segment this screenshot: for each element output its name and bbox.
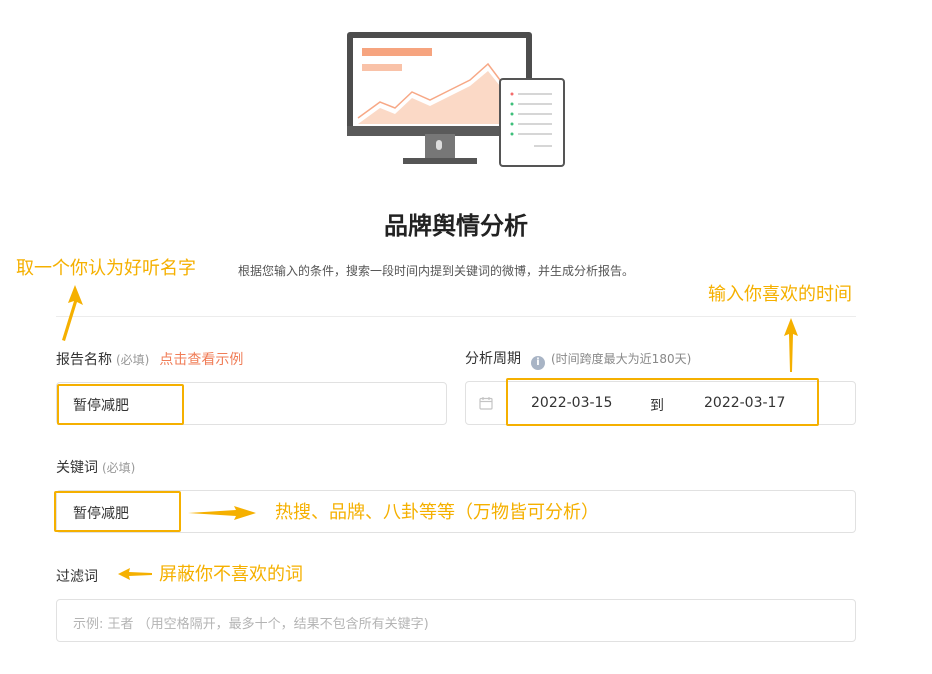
view-example-link[interactable]: 点击查看示例 — [159, 352, 243, 368]
period-label-text: 分析周期 — [465, 351, 521, 367]
keyword-label: 关键词 (必填) — [56, 457, 135, 477]
report-name-label: 报告名称 (必填) 点击查看示例 — [56, 349, 243, 369]
page-title: 品牌舆情分析 — [384, 212, 528, 240]
filter-annotation-arrow — [118, 568, 152, 580]
report-illustration — [347, 32, 565, 167]
period-hint: (时间跨度最大为近180天) — [551, 352, 692, 366]
filter-placeholder: 示例: 王者 （用空格隔开，最多十个，结果不包含所有关键字) — [73, 617, 429, 632]
calendar-icon — [479, 397, 493, 410]
page-subtitle: 根据您输入的条件，搜索一段时间内提到关键词的微博，并生成分析报告。 — [238, 264, 635, 278]
keyword-annotation-arrow — [188, 506, 256, 520]
filter-annotation: 屏蔽你不喜欢的词 — [159, 564, 303, 585]
name-annotation: 取一个你认为好听名字 — [16, 258, 196, 279]
filter-input[interactable]: 示例: 王者 （用空格隔开，最多十个，结果不包含所有关键字) — [56, 599, 856, 642]
required-tag: (必填) — [102, 461, 136, 475]
time-annotation: 输入你喜欢的时间 — [708, 284, 852, 305]
time-annotation-arrow — [784, 318, 798, 372]
keyword-label-text: 关键词 — [56, 460, 98, 476]
filter-label-text: 过滤词 — [56, 569, 98, 585]
keyword-annotation: 热搜、品牌、八卦等等（万物皆可分析） — [275, 502, 599, 523]
keyword-highlight — [54, 491, 181, 532]
period-label: 分析周期 i (时间跨度最大为近180天) — [465, 348, 691, 370]
filter-label: 过滤词 — [56, 566, 98, 586]
name-annotation-arrow — [62, 285, 83, 341]
report-name-highlight — [57, 384, 184, 425]
report-name-label-text: 报告名称 — [56, 352, 112, 368]
info-icon[interactable]: i — [531, 356, 545, 370]
header-divider — [56, 316, 856, 317]
required-tag: (必填) — [116, 353, 150, 367]
date-range-highlight — [506, 378, 819, 426]
